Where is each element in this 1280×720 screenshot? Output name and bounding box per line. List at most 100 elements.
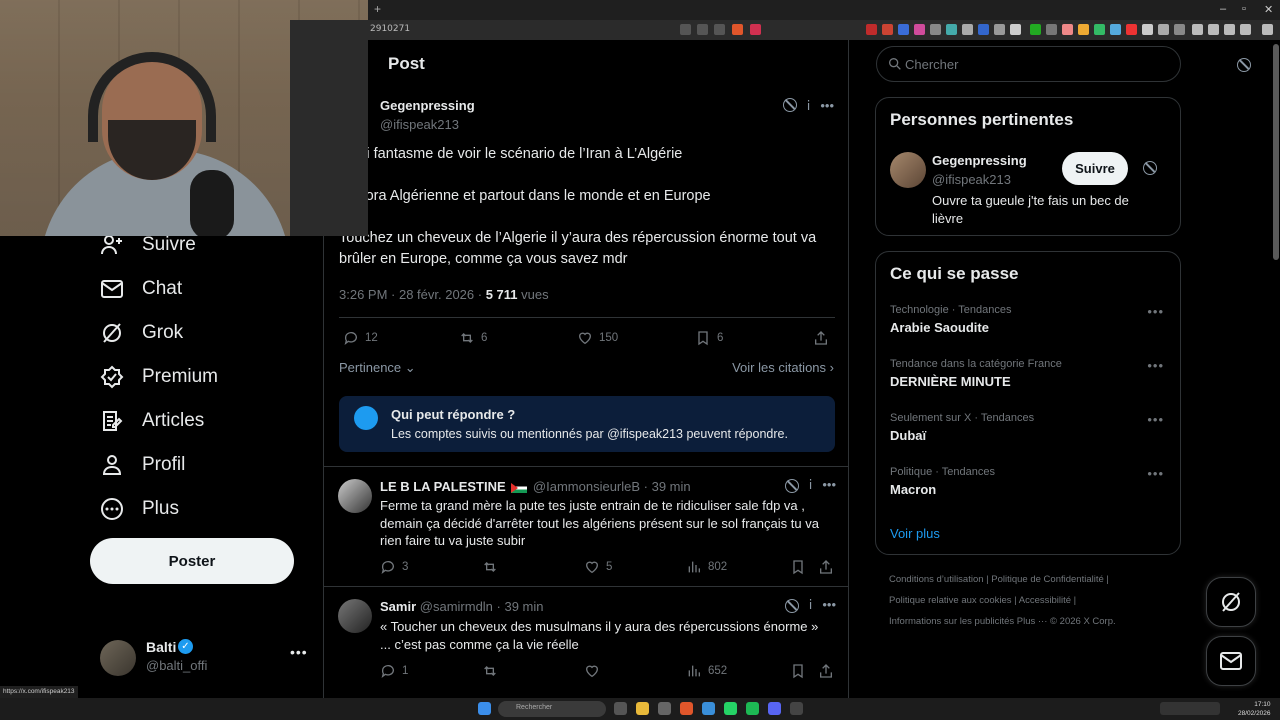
search-box[interactable]: Chercher [876, 46, 1181, 82]
reply-button[interactable]: 1 [380, 663, 408, 679]
nav-item-articles[interactable]: Articles [100, 406, 204, 436]
extension-icon[interactable] [1046, 24, 1057, 35]
block-icon[interactable] [784, 599, 799, 613]
wallet-icon[interactable] [1224, 24, 1235, 35]
view-quotes-link[interactable]: Voir les citations › [732, 360, 834, 375]
music-icon[interactable] [1192, 24, 1203, 35]
reply-author-name[interactable]: LE B LA PALESTINE [380, 479, 506, 494]
block-icon[interactable] [1143, 161, 1157, 175]
trend-item[interactable]: Tendance dans la catégorie France DERNIÈ… [890, 358, 1170, 389]
share-button[interactable] [818, 559, 834, 575]
more-icon[interactable]: ••• [820, 98, 834, 114]
extension-icon[interactable] [898, 24, 909, 35]
trend-item[interactable]: Technologie · Tendances Arabie Saoudite … [890, 304, 1170, 335]
bookmark-button[interactable]: 6 [695, 330, 723, 346]
extension-icon[interactable] [1062, 24, 1073, 35]
minimize-button[interactable]: – [1220, 3, 1226, 15]
extension-icon[interactable] [994, 24, 1005, 35]
whatsapp-icon[interactable] [724, 702, 737, 715]
more-icon[interactable]: ••• [822, 597, 836, 613]
like-button[interactable]: 150 [577, 330, 618, 346]
show-more-link[interactable]: Voir plus [890, 526, 940, 541]
relevant-person-name[interactable]: Gegenpressing [932, 153, 1027, 168]
more-icon[interactable]: ••• [822, 477, 836, 493]
block-icon[interactable] [784, 479, 799, 493]
footer-line[interactable]: Politique relative aux cookies | Accessi… [889, 590, 1189, 611]
brave-browser-icon[interactable] [680, 702, 693, 715]
grok-floating-button[interactable] [1206, 577, 1256, 627]
page-scrollbar[interactable] [1273, 44, 1279, 260]
maximize-button[interactable]: ▫ [1242, 3, 1246, 15]
discord-icon[interactable] [768, 702, 781, 715]
menu-icon[interactable] [1262, 24, 1273, 35]
extension-icon[interactable] [1094, 24, 1105, 35]
url-text[interactable]: 2910271 [370, 24, 410, 34]
reply-author-handle[interactable]: @samirmdln [420, 599, 493, 614]
reply-time[interactable]: · 39 min [644, 479, 691, 494]
taskbar-clock[interactable]: 17:10 28/02/2026 [1238, 700, 1271, 718]
like-button[interactable]: 5 [584, 559, 612, 575]
reply-author-handle[interactable]: @IammonsieurleB [533, 479, 640, 494]
extension-icon[interactable] [1126, 24, 1137, 35]
nav-item-profile[interactable]: Profil [100, 450, 185, 480]
windows-start-icon[interactable] [478, 702, 491, 715]
extension-icon[interactable] [882, 24, 893, 35]
download-icon[interactable] [1240, 24, 1251, 35]
share-button[interactable] [813, 330, 829, 346]
share-button[interactable] [818, 663, 834, 679]
new-tab-icon[interactable]: + [374, 2, 381, 16]
post-author-name[interactable]: Gegenpressing [380, 98, 475, 113]
repost-button[interactable] [482, 559, 498, 575]
reply-button[interactable]: 3 [380, 559, 408, 575]
post-button[interactable]: Poster [90, 538, 294, 584]
avatar[interactable] [100, 640, 136, 676]
like-button[interactable] [584, 663, 600, 679]
extension-icon[interactable] [1010, 24, 1021, 35]
reply-button[interactable]: 12 [343, 330, 378, 346]
bookmark-button[interactable] [790, 559, 806, 575]
extension-icon[interactable] [1142, 24, 1153, 35]
views-button[interactable]: 802 [686, 559, 727, 575]
views-button[interactable]: 652 [686, 663, 727, 679]
block-icon[interactable] [1237, 58, 1251, 72]
follow-button[interactable]: Suivre [1062, 152, 1128, 185]
share-icon[interactable] [714, 24, 725, 35]
search-placeholder[interactable]: Chercher [905, 57, 958, 72]
extension-icon[interactable] [930, 24, 941, 35]
more-icon[interactable]: ••• [1147, 304, 1164, 319]
taskbar-search[interactable]: Rechercher [498, 701, 606, 717]
repost-button[interactable] [482, 663, 498, 679]
reply-author-name[interactable]: Samir [380, 599, 416, 614]
grok-explain-icon[interactable]: ⅰ [809, 477, 813, 493]
footer-line[interactable]: Informations sur les publicités Plus ···… [889, 611, 1189, 632]
more-icon[interactable]: ••• [1147, 412, 1164, 427]
nav-item-chat[interactable]: Chat [100, 274, 182, 304]
post-author-handle[interactable]: @ifispeak213 [380, 117, 459, 132]
reader-icon[interactable] [697, 24, 708, 35]
more-icon[interactable]: ••• [290, 644, 308, 660]
more-icon[interactable]: ••• [1147, 358, 1164, 373]
nav-item-premium[interactable]: Premium [100, 362, 218, 392]
obs-icon[interactable] [790, 702, 803, 715]
reply-post[interactable]: Samir @samirmdln · 39 min ⅰ ••• « Touche… [324, 586, 848, 700]
file-explorer-icon[interactable] [636, 702, 649, 715]
extension-icon[interactable] [1174, 24, 1185, 35]
messages-floating-button[interactable] [1206, 636, 1256, 686]
nav-item-grok[interactable]: Grok [100, 318, 183, 348]
nav-item-more[interactable]: Plus [100, 494, 179, 524]
reply-post[interactable]: LE B LA PALESTINE @IammonsieurleB · 39 m… [324, 466, 848, 586]
post-timestamp[interactable]: 3:26 PM · 28 févr. 2026 · [339, 287, 482, 302]
more-icon[interactable]: ••• [1147, 466, 1164, 481]
reply-time[interactable]: · 39 min [497, 599, 544, 614]
repost-button[interactable]: 6 [459, 330, 487, 346]
extension-icon[interactable] [1030, 24, 1041, 35]
bookmark-button[interactable] [790, 663, 806, 679]
extension-icon[interactable] [914, 24, 925, 35]
extension-icon[interactable] [946, 24, 957, 35]
brave-shield-icon[interactable] [732, 24, 743, 35]
footer-line[interactable]: Conditions d’utilisation | Politique de … [889, 569, 1189, 590]
account-switcher[interactable]: Balti ✓ @balti_offi ••• [100, 638, 310, 678]
sort-dropdown[interactable]: Pertinence [339, 360, 401, 375]
relevant-person-handle[interactable]: @ifispeak213 [932, 172, 1011, 187]
close-window-button[interactable]: ✕ [1264, 3, 1273, 16]
